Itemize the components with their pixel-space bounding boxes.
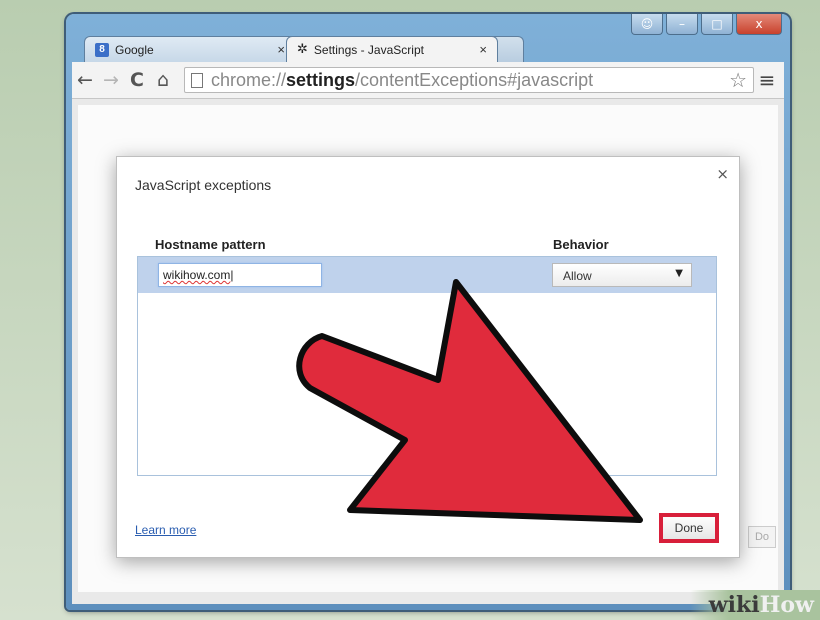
tab-strip: 8 Google × ✲ Settings - JavaScript × — [84, 36, 524, 62]
url-scheme: chrome:// — [211, 69, 287, 90]
tab-label: Settings - JavaScript — [313, 42, 424, 57]
behavior-column-header: Behavior — [553, 237, 609, 252]
window-controls: ☺ – □ x — [631, 14, 782, 35]
done-button[interactable]: Done — [659, 513, 719, 543]
reload-icon[interactable]: C — [124, 69, 150, 91]
back-arrow-icon[interactable]: ← — [72, 69, 98, 91]
watermark-part1: wiki — [708, 592, 760, 618]
url-path: /contentExceptions#javascript — [355, 69, 594, 90]
bookmark-star-icon[interactable]: ☆ — [729, 68, 747, 93]
behavior-value: Allow — [563, 269, 592, 283]
text-cursor: | — [230, 268, 234, 282]
close-tab-icon[interactable]: × — [479, 42, 487, 57]
tab-google[interactable]: 8 Google × — [84, 36, 296, 62]
google-favicon-icon: 8 — [95, 42, 109, 57]
profile-icon[interactable]: ☺ — [631, 14, 663, 35]
gear-icon: ✲ — [297, 42, 308, 57]
hostname-column-header: Hostname pattern — [155, 237, 266, 252]
maximize-button[interactable]: □ — [701, 14, 733, 35]
address-bar[interactable]: chrome:// settings /contentExceptions#ja… — [184, 67, 754, 93]
tab-settings-javascript[interactable]: ✲ Settings - JavaScript × — [286, 36, 498, 62]
background-done-button: Do — [747, 526, 776, 548]
minimize-button[interactable]: – — [666, 14, 698, 35]
close-window-button[interactable]: x — [736, 14, 782, 35]
tab-label: Google — [115, 42, 154, 57]
watermark-part2: How — [759, 592, 814, 618]
close-tab-icon[interactable]: × — [277, 42, 285, 57]
close-icon[interactable]: × — [716, 165, 729, 183]
url-host: settings — [286, 69, 356, 90]
chevron-down-icon: ▼ — [675, 268, 683, 279]
behavior-select[interactable]: Allow ▼ — [552, 263, 692, 287]
home-icon[interactable]: ⌂ — [150, 69, 176, 91]
browser-toolbar: ← → C ⌂ chrome:// settings /contentExcep… — [72, 62, 784, 99]
forward-arrow-icon[interactable]: → — [98, 69, 124, 91]
wikihow-watermark: wiki How — [690, 590, 820, 620]
hostname-input[interactable]: wikihow.com| — [158, 263, 322, 287]
hostname-value: wikihow.com — [163, 268, 231, 282]
dialog-title: JavaScript exceptions — [135, 177, 272, 193]
exceptions-list: wikihow.com| Allow ▼ — [137, 256, 717, 476]
menu-icon[interactable]: ≡ — [754, 68, 780, 92]
learn-more-link[interactable]: Learn more — [135, 523, 196, 537]
javascript-exceptions-dialog: JavaScript exceptions × Hostname pattern… — [116, 156, 740, 558]
list-item[interactable]: wikihow.com| Allow ▼ — [138, 257, 716, 293]
page-icon — [191, 72, 203, 88]
